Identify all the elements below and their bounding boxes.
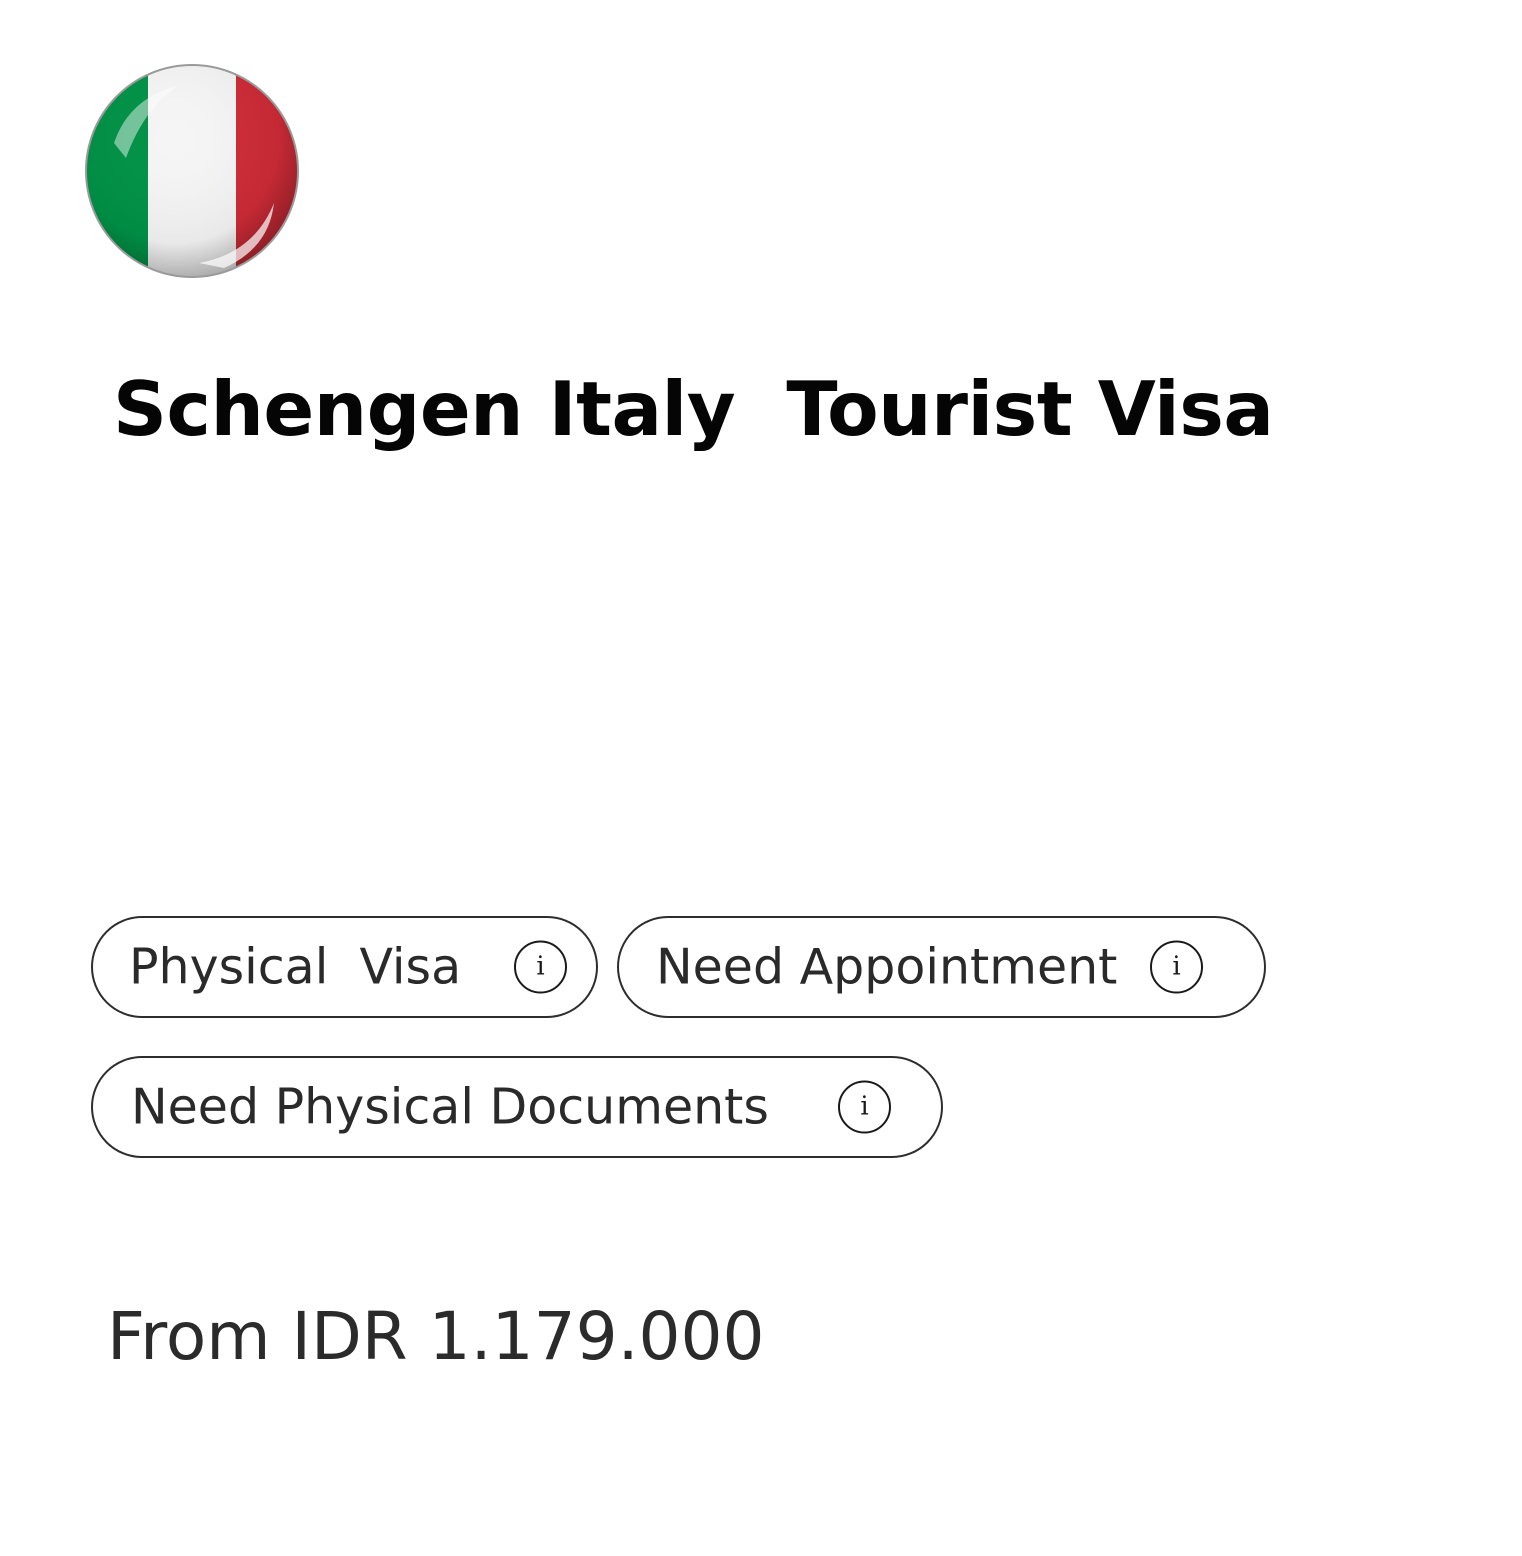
feature-label: Physical Visa — [129, 938, 462, 996]
info-icon[interactable]: i — [1150, 940, 1203, 994]
feature-chip-physical-visa[interactable]: Physical Visa i — [91, 916, 598, 1018]
feature-label: Need Physical Documents — [131, 1078, 769, 1136]
info-icon[interactable]: i — [838, 1080, 891, 1134]
feature-label: Need Appointment — [656, 938, 1118, 996]
info-icon[interactable]: i — [514, 940, 567, 994]
feature-chip-need-appointment[interactable]: Need Appointment i — [617, 916, 1266, 1018]
feature-chip-need-physical-documents[interactable]: Need Physical Documents i — [91, 1056, 943, 1158]
price-label: From IDR 1.179.000 — [107, 1298, 765, 1375]
italy-flag-icon — [84, 63, 300, 279]
visa-title: Schengen Italy Tourist Visa — [113, 365, 1274, 453]
